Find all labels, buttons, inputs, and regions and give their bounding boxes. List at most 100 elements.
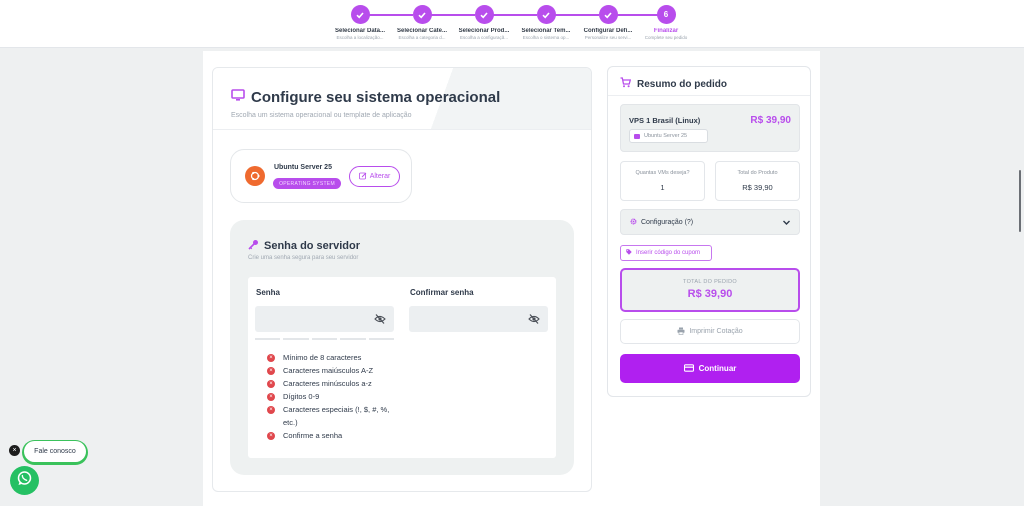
- server-icon: [634, 133, 640, 139]
- step-subtitle: Escolha o sistema op...: [522, 35, 570, 40]
- change-os-button[interactable]: Alterar: [349, 166, 400, 187]
- print-quote-label: Imprimir Cotação: [689, 328, 743, 335]
- requirement-text: Confirme a senha: [283, 431, 343, 440]
- step-title: Selecionar Prod...: [458, 28, 510, 34]
- requirement-item: × Caracteres minúsculos a-z: [267, 377, 397, 390]
- change-os-label: Alterar: [369, 173, 391, 180]
- step-5[interactable]: Configurar Defi... Personalize seu servi…: [576, 5, 640, 40]
- quantity-value: 1: [660, 183, 665, 192]
- requirement-item: × Mínimo de 8 caracteres: [267, 351, 397, 364]
- whatsapp-icon: [16, 470, 33, 492]
- divider: [203, 48, 820, 51]
- step-subtitle: Complete seu pedido: [644, 35, 688, 40]
- password-strength-meter: [255, 338, 395, 340]
- close-chat-button[interactable]: ×: [9, 445, 20, 456]
- check-icon: [474, 5, 494, 24]
- step-1[interactable]: Selecionar Data... Escolha a localização…: [328, 5, 392, 40]
- password-requirements: × Mínimo de 8 caracteres × Caracteres maiú…: [267, 351, 397, 442]
- whatsapp-button[interactable]: [10, 466, 39, 495]
- coupon-label: Inserir código do cupom: [636, 250, 701, 256]
- contact-us-button[interactable]: Fale conosco: [24, 441, 86, 462]
- selected-os-card: Ubuntu Server 25 OPERATING SYSTEM Altera…: [230, 149, 412, 203]
- close-circle-icon: ×: [267, 431, 275, 440]
- step-number: 6: [656, 5, 676, 24]
- print-quote-button[interactable]: Imprimir Cotação: [620, 319, 800, 344]
- order-summary-title: Resumo do pedido: [637, 78, 727, 90]
- stepper: Selecionar Data... Escolha a localização…: [326, 5, 698, 45]
- product-total-label: Total do Produto: [737, 170, 778, 176]
- step-2[interactable]: Selecionar Cate... Escolha a categoria d…: [390, 5, 454, 40]
- step-subtitle: Escolha a categoria d...: [398, 35, 446, 40]
- requirement-text: Caracteres minúsculos a-z: [283, 379, 372, 388]
- close-circle-icon: ×: [267, 392, 275, 401]
- gear-icon: [630, 218, 641, 227]
- divider: [608, 95, 810, 96]
- check-icon: [598, 5, 618, 24]
- requirement-text: Mínimo de 8 caracteres: [283, 353, 362, 362]
- password-section-title: Senha do servidor: [264, 240, 360, 252]
- step-title: Finalizar: [653, 28, 679, 34]
- cart-icon: [620, 75, 637, 93]
- edit-icon: [358, 172, 370, 182]
- strength-segment: [255, 338, 281, 340]
- os-name: Ubuntu Server 25: [274, 164, 332, 171]
- configuration-accordion[interactable]: Configuração (?): [620, 209, 800, 235]
- coupon-button[interactable]: Inserir código do cupom: [620, 245, 712, 261]
- close-circle-icon: ×: [267, 366, 275, 375]
- monitor-icon: [231, 88, 251, 107]
- confirm-password-field[interactable]: [409, 306, 548, 332]
- strength-segment: [368, 338, 395, 340]
- step-4[interactable]: Selecionar Tem... Escolha o sistema op..…: [514, 5, 578, 40]
- close-circle-icon: ×: [267, 353, 275, 362]
- ubuntu-icon: [245, 166, 265, 186]
- strength-segment: [340, 338, 366, 340]
- configuration-label: Configuração (?): [641, 219, 694, 226]
- step-subtitle: Escolha a localização...: [336, 35, 384, 40]
- step-title: Configurar Defi...: [583, 28, 633, 34]
- chevron-down-icon: [783, 220, 790, 225]
- os-type-badge: OPERATING SYSTEM: [273, 178, 341, 189]
- requirement-item: × Dígitos 0-9: [267, 390, 397, 403]
- product-line: VPS 1 Brasil (Linux) R$ 39,90 Ubuntu Ser…: [620, 104, 800, 152]
- tag-icon: [626, 249, 636, 257]
- confirm-password-label: Confirmar senha: [410, 288, 474, 297]
- password-label: Senha: [256, 288, 281, 297]
- printer-icon: [677, 327, 689, 337]
- quantity-label: Quantas VMs deseja?: [635, 170, 690, 176]
- page-subtitle: Escolha um sistema operacional ou templa…: [231, 112, 412, 119]
- requirement-text: Caracteres especiais (!, $, #, %, etc.): [283, 405, 390, 427]
- continue-button[interactable]: Continuar: [620, 354, 800, 383]
- order-total-label: TOTAL DO PEDIDO: [683, 279, 737, 285]
- product-total-value: R$ 39,90: [742, 183, 773, 192]
- password-form: Senha Confirmar senha × Mínimo de 8 carac…: [248, 277, 556, 458]
- page-title: Configure seu sistema operacional: [251, 89, 501, 106]
- requirement-item: × Caracteres especiais (!, $, #, %, etc.): [267, 403, 397, 429]
- close-circle-icon: ×: [267, 405, 275, 414]
- step-title: Selecionar Tem...: [521, 28, 571, 34]
- step-title: Selecionar Cate...: [396, 28, 448, 34]
- step-6[interactable]: 6 Finalizar Complete seu pedido: [634, 5, 698, 40]
- checkout-stepper-bar: Selecionar Data... Escolha a localização…: [0, 0, 1024, 48]
- requirement-text: Dígitos 0-9: [283, 392, 320, 401]
- product-price: R$ 39,90: [750, 115, 791, 126]
- scrollbar-thumb[interactable]: [1019, 170, 1021, 232]
- quantity-box[interactable]: Quantas VMs deseja? 1: [620, 161, 705, 201]
- product-total-box: Total do Produto R$ 39,90: [715, 161, 800, 201]
- step-subtitle: Escolha a configuraçã...: [459, 35, 509, 40]
- strength-segment: [311, 338, 338, 340]
- check-icon: [536, 5, 556, 24]
- password-section-subtitle: Crie uma senha segura para seu servidor: [248, 255, 359, 261]
- password-field[interactable]: [255, 306, 394, 332]
- strength-segment: [283, 338, 309, 340]
- product-os-tag: Ubuntu Server 25: [629, 129, 708, 143]
- continue-label: Continuar: [698, 364, 737, 373]
- order-summary-card: Resumo do pedido VPS 1 Brasil (Linux) R$…: [607, 66, 811, 397]
- requirement-item: × Caracteres maiúsculos A-Z: [267, 364, 397, 377]
- card-icon: [683, 363, 699, 375]
- key-icon: [248, 237, 264, 255]
- product-os-tag-label: Ubuntu Server 25: [644, 133, 688, 139]
- os-config-header: Configure seu sistema operacional Escolh…: [213, 68, 591, 130]
- step-3[interactable]: Selecionar Prod... Escolha a configuraçã…: [452, 5, 516, 40]
- product-name: VPS 1 Brasil (Linux): [629, 116, 701, 125]
- check-icon: [412, 5, 432, 24]
